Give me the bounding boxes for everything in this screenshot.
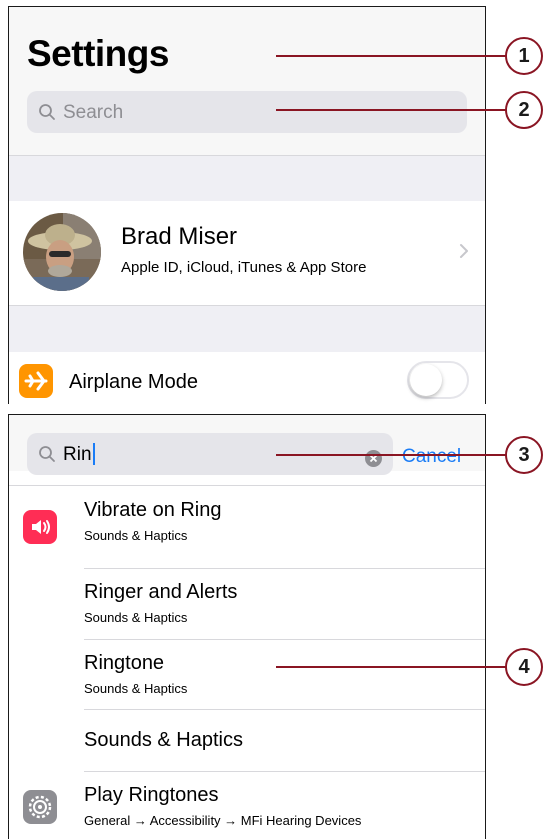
search-results-screen: Rin Cancel Vibrate on Ring Sounds & Hapt… [8,414,486,839]
search-value: Rin [63,444,92,465]
result-play-ringtones[interactable]: Play Ringtones General → Accessibility →… [9,772,485,839]
cancel-button[interactable]: Cancel [402,446,461,468]
callout-line [276,109,506,111]
result-subtitle: Sounds & Haptics [84,681,188,696]
result-title: Ringer and Alerts [84,581,238,603]
sound-icon [23,510,57,544]
profile-row[interactable]: Brad Miser Apple ID, iCloud, iTunes & Ap… [9,201,485,305]
avatar [23,213,101,291]
callout-badge: 2 [505,91,543,129]
callout-badge: 3 [505,436,543,474]
settings-screen: Settings Search Brad Miser Apple ID, iCl… [8,6,486,404]
chevron-right-icon [460,244,468,258]
airplane-icon [19,364,53,398]
profile-subtitle: Apple ID, iCloud, iTunes & App Store [121,259,367,276]
result-title: Play Ringtones [84,784,219,806]
section-spacer [9,156,485,201]
callout-line [276,55,506,57]
result-subtitle: Sounds & Haptics [84,528,188,543]
result-title: Sounds & Haptics [84,729,243,751]
callout-line [276,454,506,456]
search-icon [39,104,55,120]
airplane-mode-label: Airplane Mode [69,371,198,393]
airplane-mode-toggle[interactable] [407,361,469,399]
result-ringer-and-alerts[interactable]: Ringer and Alerts Sounds & Haptics [9,569,485,641]
airplane-mode-row[interactable]: Airplane Mode [9,352,485,404]
result-subtitle: General → Accessibility → MFi Hearing De… [84,813,362,828]
result-sounds-and-haptics[interactable]: Sounds & Haptics [9,710,485,771]
avatar-photo [23,213,101,291]
search-placeholder: Search [63,102,124,123]
search-field[interactable]: Search [27,91,467,133]
toggle-knob [410,364,442,396]
text-cursor [93,443,95,465]
callout-badge: 1 [505,37,543,75]
profile-name: Brad Miser [121,223,238,250]
callout-line [276,666,506,668]
page-title: Settings [27,33,169,74]
gear-icon [23,790,57,824]
section-spacer [9,306,485,352]
search-icon [39,446,55,462]
result-title: Ringtone [84,652,165,674]
callout-badge: 4 [505,648,543,686]
clear-search-icon[interactable] [365,450,382,467]
result-ringtone[interactable]: Ringtone Sounds & Haptics [9,640,485,712]
result-subtitle: Sounds & Haptics [84,610,188,625]
result-vibrate-on-ring[interactable]: Vibrate on Ring Sounds & Haptics [9,486,485,568]
result-title: Vibrate on Ring [84,499,222,521]
